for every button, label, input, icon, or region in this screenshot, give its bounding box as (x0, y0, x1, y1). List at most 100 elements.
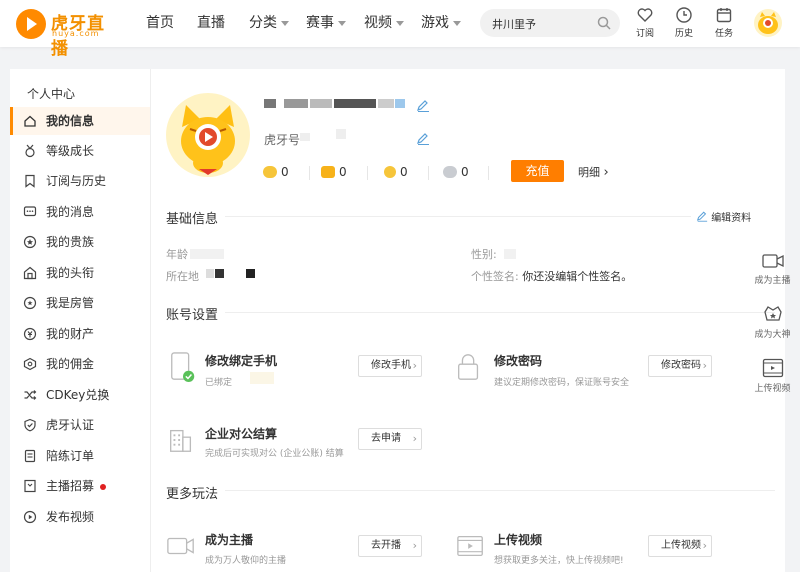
location-redacted (246, 269, 255, 278)
camera-icon (761, 254, 784, 268)
message-icon (23, 206, 37, 217)
edit-nickname-icon[interactable] (416, 100, 430, 112)
upload-video-icon (762, 358, 783, 378)
edit-profile-link[interactable]: 编辑资料 (696, 209, 751, 224)
dock-become-streamer[interactable]: 成为主播 (745, 252, 800, 286)
film-icon (457, 535, 483, 557)
nav-item-events[interactable]: 赛事 (306, 0, 346, 47)
location-redacted (206, 269, 214, 278)
calendar-icon (716, 8, 732, 23)
nav-item-video[interactable]: 视频 (364, 0, 404, 47)
edit-icon (696, 211, 708, 222)
silver-bean-icon (443, 166, 457, 178)
chevron-right-icon: › (412, 432, 417, 445)
become-streamer-hint: 成为万人敬仰的主播 (205, 556, 287, 566)
asset-divider (367, 166, 368, 180)
sidebar-item-subscriptions[interactable]: 订阅与历史 (10, 167, 150, 195)
sidebar-item-verification[interactable]: 虎牙认证 (10, 411, 150, 439)
location-field: 所在地 (166, 270, 199, 283)
tasks-button[interactable]: 任务 (709, 6, 739, 39)
edit-id-icon[interactable] (416, 133, 430, 145)
upload-video-title: 上传视频 (494, 533, 543, 547)
age-field: 年龄 (166, 248, 188, 261)
apply-button[interactable]: 去申请 › (358, 428, 422, 450)
shield-star-icon (23, 296, 37, 310)
asset-coupon[interactable]: 0 (321, 165, 347, 179)
home-icon (24, 115, 36, 127)
detail-link[interactable]: 明细 › (578, 164, 609, 180)
sidebar-item-cdkey[interactable]: CDKey兑换 (10, 381, 150, 409)
camera-icon (167, 537, 194, 555)
sidebar-item-orders[interactable]: 陪练订单 (10, 442, 150, 470)
dock-become-master[interactable]: 成为大神 (745, 304, 800, 340)
gender-field: 性别: (471, 248, 497, 261)
more-features-title: 更多玩法 (166, 487, 219, 502)
subscribe-label: 订阅 (635, 29, 654, 39)
asset-coin[interactable]: 0 (384, 165, 408, 179)
play-circle-icon (23, 510, 37, 524)
shuffle-icon (24, 390, 37, 400)
search-input[interactable]: 井川里予 (492, 16, 536, 32)
sidebar-item-level[interactable]: 等级成长 (10, 137, 150, 165)
signature-field: 个性签名: 你还没编辑个性签名。 (471, 270, 633, 283)
change-password-button[interactable]: 修改密码 › (648, 355, 712, 377)
building-icon (170, 429, 192, 452)
sidebar-item-streamer-recruit[interactable]: 主播招募 (10, 472, 150, 500)
asset-gold-bean[interactable]: 0 (263, 165, 289, 179)
heart-icon (637, 8, 653, 22)
gold-coin-icon (384, 166, 396, 178)
bookmark-icon (25, 174, 35, 188)
verify-icon (24, 418, 36, 432)
phone-redacted (250, 372, 274, 384)
asset-divider (488, 166, 489, 180)
logo-domain: huya.com (52, 29, 100, 38)
top-bar: 虎牙直播 huya.com 首页 直播 分类 赛事 视频 游戏 井川里予 订阅 … (0, 0, 800, 59)
sidebar-item-my-info[interactable]: 我的信息 (10, 107, 150, 135)
huya-mascot-image (181, 105, 235, 175)
huya-id-redacted (300, 133, 310, 141)
sidebar-item-assets[interactable]: 我的财产 (10, 320, 150, 348)
asset-divider (428, 166, 429, 180)
change-password-hint: 建议定期修改密码，保证账号安全 (494, 378, 630, 388)
asset-silver-bean[interactable]: 0 (443, 165, 469, 179)
chevron-down-icon (281, 20, 289, 26)
sidebar-item-room-admin[interactable]: 我是房管 (10, 289, 150, 317)
nav-item-live[interactable]: 直播 (197, 0, 225, 47)
nav-item-games[interactable]: 游戏 (421, 0, 461, 47)
sidebar-item-commission[interactable]: 我的佣金 (10, 350, 150, 378)
upload-video-hint: 想获取更多关注，快上传视频吧! (494, 556, 624, 566)
huya-id-label: 虎牙号 (264, 133, 301, 147)
title-icon (23, 266, 37, 280)
medal-icon (25, 144, 35, 158)
section-divider (225, 216, 691, 217)
notification-dot (100, 483, 107, 490)
enterprise-settlement-hint: 完成后可实现对公 (企业公账) 结算 (205, 449, 344, 459)
profile-avatar[interactable] (166, 93, 250, 177)
change-password-title: 修改密码 (494, 354, 543, 368)
change-phone-button[interactable]: 修改手机 › (358, 355, 422, 377)
gold-bean-icon (263, 166, 277, 178)
history-button[interactable]: 历史 (669, 6, 699, 39)
search-box[interactable]: 井川里予 (480, 9, 620, 37)
start-streaming-button[interactable]: 去开播 › (358, 535, 422, 557)
change-phone-title: 修改绑定手机 (205, 354, 278, 368)
tasks-label: 任务 (714, 29, 733, 39)
upload-video-button[interactable]: 上传视频 › (648, 535, 712, 557)
order-icon (24, 449, 36, 463)
nav-item-category[interactable]: 分类 (249, 0, 289, 47)
sidebar-item-messages[interactable]: 我的消息 (10, 198, 150, 226)
search-icon[interactable] (597, 16, 611, 30)
sidebar-item-nobility[interactable]: 我的贵族 (10, 228, 150, 256)
sidebar-item-titles[interactable]: 我的头衔 (10, 259, 150, 287)
nav-item-home[interactable]: 首页 (146, 0, 174, 47)
history-label: 历史 (674, 29, 693, 39)
subscribe-button[interactable]: 订阅 (630, 6, 660, 39)
dock-upload-video[interactable]: 上传视频 (745, 358, 800, 394)
sidebar: 个人中心 我的信息 等级成长 订阅与历史 我的消息 我的贵族 我的头衔 我是房管 (10, 69, 151, 572)
change-phone-status: 已绑定 (205, 378, 233, 388)
sidebar-item-publish-video[interactable]: 发布视频 (10, 503, 150, 531)
wallet-icon (23, 327, 37, 341)
huya-logo[interactable]: 虎牙直播 huya.com (16, 9, 116, 59)
recharge-button[interactable]: 充值 (511, 160, 564, 182)
user-avatar[interactable] (754, 9, 782, 37)
